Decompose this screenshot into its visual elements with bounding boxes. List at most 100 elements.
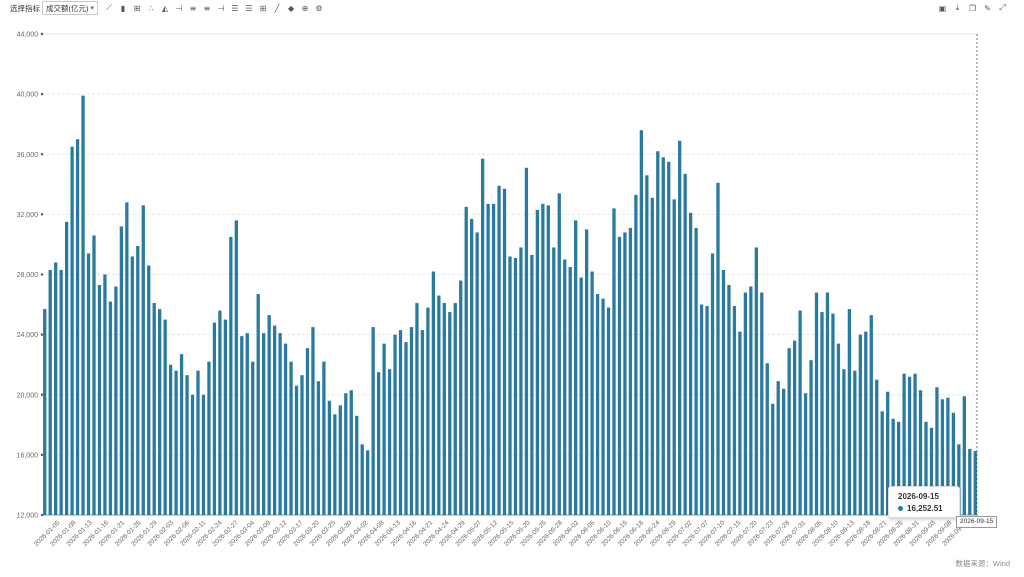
bar bbox=[420, 330, 425, 515]
bar bbox=[623, 232, 627, 515]
bar bbox=[404, 342, 408, 515]
bar-chart: 12,000 16,000 20,000 24,000 28,000 32,000 36,0… bbox=[17, 32, 978, 548]
bar bbox=[875, 379, 879, 515]
bar bbox=[480, 158, 485, 515]
bar bbox=[464, 206, 468, 515]
bar bbox=[196, 370, 200, 515]
bar bbox=[278, 333, 282, 515]
bar bbox=[179, 354, 184, 515]
y-tick-dot bbox=[40, 213, 44, 216]
bar bbox=[426, 307, 430, 515]
bar bbox=[316, 381, 321, 515]
bar bbox=[147, 265, 151, 515]
bar bbox=[409, 327, 414, 515]
bar bbox=[305, 348, 310, 515]
bar bbox=[842, 369, 846, 515]
bar bbox=[798, 310, 802, 515]
bar bbox=[442, 303, 446, 515]
bar bbox=[612, 208, 616, 516]
bar bbox=[141, 205, 145, 515]
bar bbox=[552, 247, 556, 515]
bar bbox=[75, 139, 80, 515]
y-tick-label: 44,000 bbox=[17, 32, 39, 39]
bar bbox=[311, 327, 315, 515]
x-axis-pointer-label: 2026-09-15 bbox=[956, 516, 998, 528]
bar bbox=[289, 361, 293, 515]
bar bbox=[262, 333, 266, 515]
bar bbox=[678, 140, 682, 516]
bar bbox=[240, 336, 244, 515]
bar bbox=[103, 274, 107, 515]
bar bbox=[557, 193, 561, 516]
bar bbox=[502, 188, 507, 515]
bar bbox=[201, 394, 206, 515]
bar bbox=[431, 271, 436, 515]
bar bbox=[152, 303, 156, 515]
y-tick-label: 32,000 bbox=[17, 212, 39, 219]
bar bbox=[366, 450, 370, 515]
bar bbox=[218, 310, 222, 515]
bar bbox=[486, 203, 490, 515]
bar bbox=[584, 229, 589, 515]
y-tick-label: 36,000 bbox=[17, 152, 39, 159]
bar bbox=[174, 370, 178, 515]
bar bbox=[809, 360, 813, 515]
bar bbox=[283, 343, 288, 515]
bar bbox=[108, 301, 113, 515]
bar bbox=[360, 444, 364, 515]
bar bbox=[81, 95, 85, 516]
bar bbox=[470, 218, 474, 515]
bar bbox=[661, 157, 665, 515]
bar bbox=[574, 220, 578, 515]
bar bbox=[716, 182, 720, 515]
bar bbox=[393, 334, 397, 515]
bar bbox=[114, 286, 118, 515]
y-tick-dot bbox=[40, 333, 44, 336]
y-tick-dot bbox=[40, 153, 44, 156]
bar bbox=[97, 285, 102, 515]
bar bbox=[628, 227, 633, 515]
bar bbox=[656, 151, 660, 515]
bar bbox=[568, 266, 572, 515]
bar bbox=[792, 340, 797, 515]
y-tick-dot bbox=[40, 32, 44, 36]
bar bbox=[683, 173, 687, 515]
bar bbox=[749, 286, 753, 515]
bar bbox=[508, 256, 512, 515]
bar bbox=[530, 254, 534, 515]
bar bbox=[524, 167, 529, 515]
bar bbox=[475, 232, 479, 515]
bar bbox=[70, 146, 74, 515]
y-tick-label: 16,000 bbox=[17, 452, 39, 459]
bar bbox=[634, 194, 638, 515]
bar bbox=[825, 292, 830, 515]
bar bbox=[453, 303, 457, 515]
tooltip-row: 16,252.51 bbox=[898, 504, 943, 513]
bar bbox=[136, 245, 140, 516]
bar bbox=[836, 343, 841, 515]
y-tick-dot bbox=[40, 453, 44, 457]
bar bbox=[43, 309, 47, 515]
y-tick-dot bbox=[40, 513, 44, 517]
tooltip-value: 16,252.51 bbox=[907, 504, 943, 513]
bar bbox=[814, 292, 819, 515]
bar bbox=[535, 209, 540, 515]
bar bbox=[207, 361, 211, 515]
bar bbox=[688, 212, 693, 515]
y-tick-dot bbox=[40, 92, 44, 96]
bar bbox=[92, 235, 96, 515]
bar bbox=[158, 309, 162, 515]
bar bbox=[563, 259, 567, 515]
bar bbox=[541, 203, 545, 515]
bar bbox=[245, 333, 249, 515]
bar bbox=[765, 363, 769, 515]
y-tick-label: 24,000 bbox=[17, 332, 39, 339]
bar bbox=[650, 197, 654, 515]
bar bbox=[459, 280, 463, 515]
bar bbox=[234, 220, 238, 515]
bar bbox=[880, 411, 884, 515]
bar bbox=[338, 405, 342, 515]
bar bbox=[48, 269, 52, 515]
bar bbox=[267, 315, 271, 515]
bar bbox=[163, 319, 167, 515]
